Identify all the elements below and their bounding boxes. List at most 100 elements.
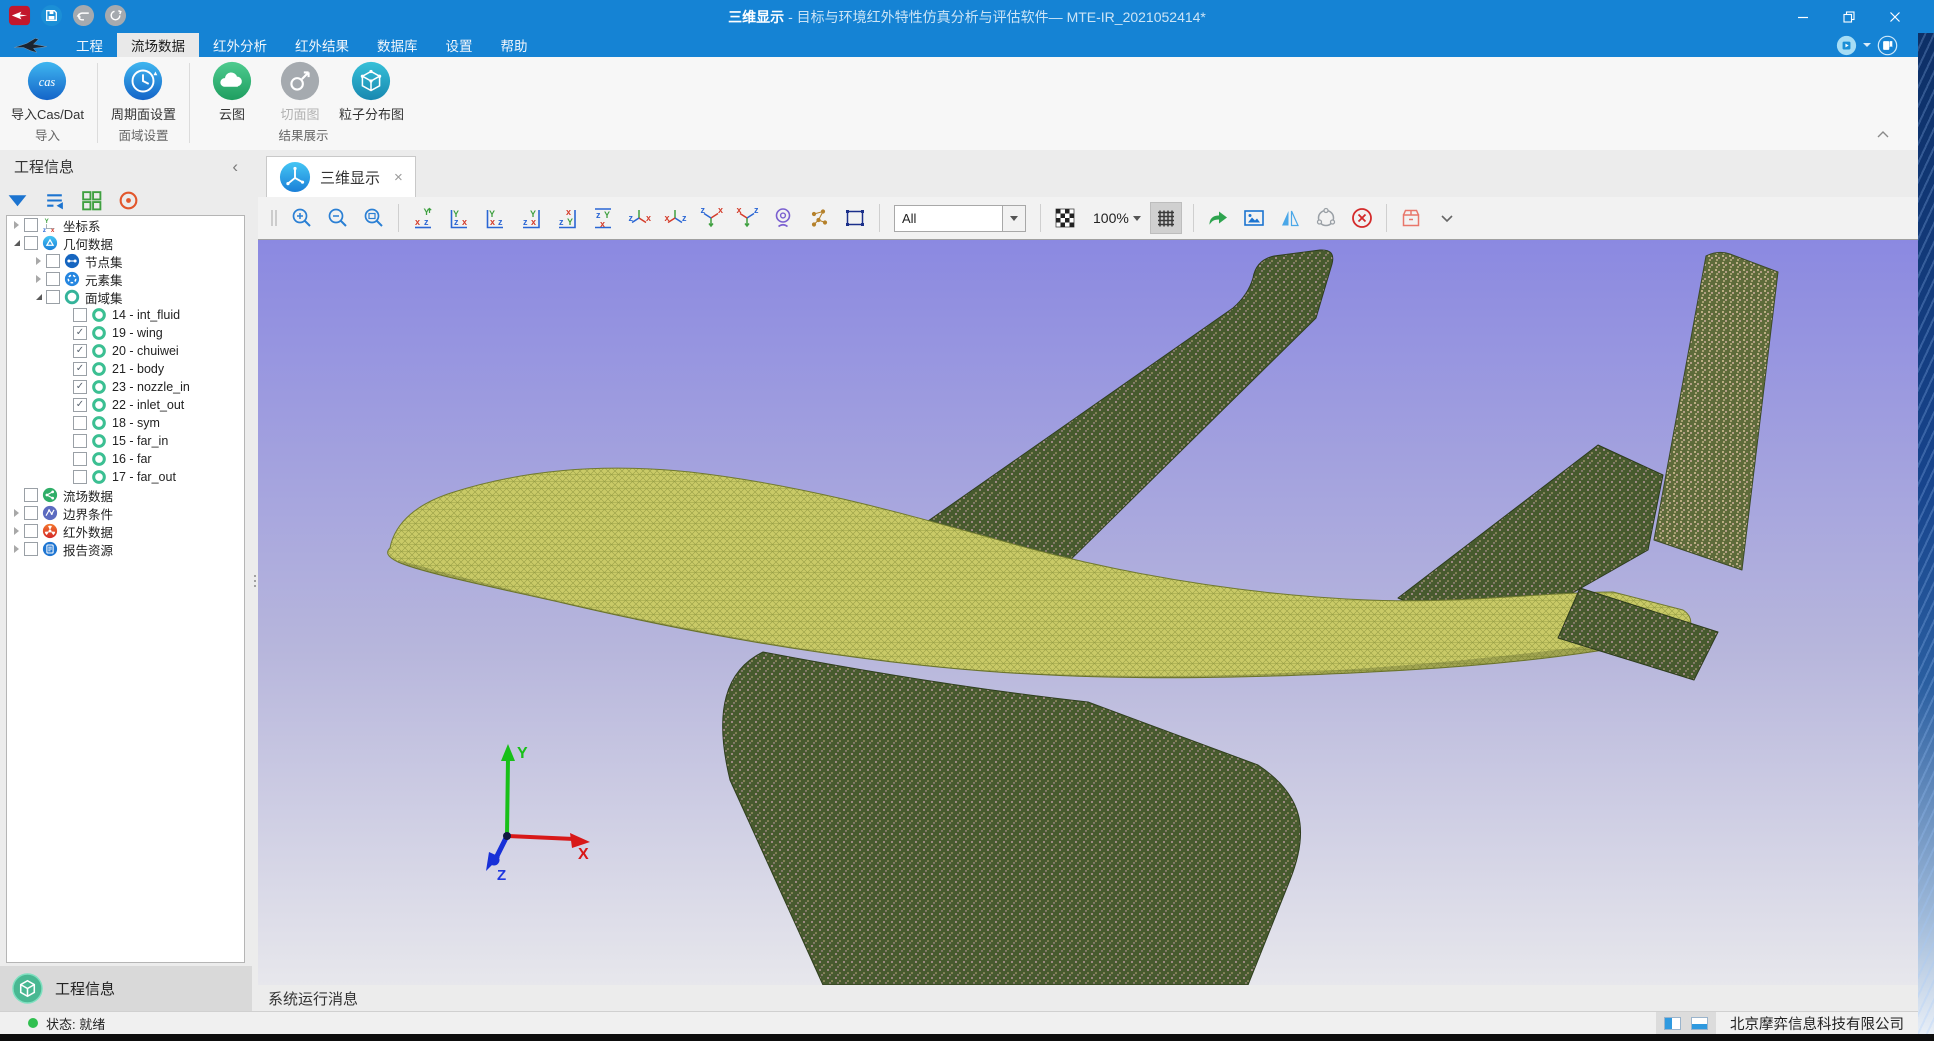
tree-item-报告资源[interactable]: 报告资源 — [7, 540, 244, 558]
export-view-icon[interactable] — [1205, 205, 1231, 231]
tree-item-面域集[interactable]: 面域集 — [7, 288, 244, 306]
mirror-icon[interactable] — [1277, 205, 1303, 231]
maximize-button[interactable] — [1826, 0, 1872, 33]
tree-checkbox[interactable]: ✓ — [73, 380, 87, 394]
tree-checkbox[interactable]: ✓ — [73, 344, 87, 358]
tree-item-节点集[interactable]: 节点集 — [7, 252, 244, 270]
tree-checkbox[interactable] — [46, 290, 60, 304]
menu-item-红外分析[interactable]: 红外分析 — [199, 33, 281, 57]
ribbon-button-粒子分布图[interactable]: 粒子分布图 — [334, 60, 409, 123]
particle-trace-icon[interactable] — [806, 205, 832, 231]
layout-bottom-icon[interactable] — [1691, 1017, 1708, 1030]
tree-expander-icon[interactable] — [33, 275, 44, 283]
iso-view-3-icon[interactable]: zx — [698, 205, 724, 231]
tab-三维显示[interactable]: 三维显示× — [266, 156, 416, 197]
filter-icon[interactable] — [6, 189, 29, 212]
tree-item-18-sym[interactable]: 18 - sym — [7, 414, 244, 432]
app-badge-icon[interactable] — [8, 4, 31, 27]
tree-item-20-chuiwei[interactable]: ✓20 - chuiwei — [7, 342, 244, 360]
tree-checkbox[interactable] — [73, 470, 87, 484]
tree-expander-icon[interactable] — [11, 527, 22, 535]
orbit-icon[interactable] — [1313, 205, 1339, 231]
ribbon-button-导入casdat[interactable]: cas导入Cas/Dat — [6, 60, 89, 123]
ribbon-button-周期面设置[interactable]: 周期面设置 — [106, 60, 181, 123]
caret-down-icon[interactable] — [1434, 205, 1460, 231]
menu-item-设置[interactable]: 设置 — [432, 33, 487, 57]
tree-item-21-body[interactable]: ✓21 - body — [7, 360, 244, 378]
tree-item-几何数据[interactable]: 几何数据 — [7, 234, 244, 252]
tree-expander-icon[interactable] — [11, 509, 22, 517]
view-left-icon[interactable]: Yxz — [482, 205, 508, 231]
locate-target-icon[interactable] — [117, 189, 140, 212]
tree-item-坐标系[interactable]: Yzx坐标系 — [7, 216, 244, 234]
style-icon[interactable] — [1836, 35, 1857, 56]
remove-icon[interactable] — [1349, 205, 1375, 231]
tree-expander-icon[interactable] — [11, 545, 22, 553]
tree-checkbox[interactable] — [24, 506, 38, 520]
panel-collapse-chevron-icon[interactable]: ‹ — [232, 158, 238, 175]
display-filter-dropdown[interactable]: All — [894, 205, 1026, 232]
minimize-button[interactable] — [1780, 0, 1826, 33]
tree-expander-icon[interactable] — [33, 257, 44, 265]
tab-close-icon[interactable]: × — [394, 169, 403, 186]
tree-item-红外数据[interactable]: 红外数据 — [7, 522, 244, 540]
tree-checkbox[interactable] — [24, 488, 38, 502]
view-right-icon[interactable]: Yzx — [518, 205, 544, 231]
layout-left-icon[interactable] — [1664, 1017, 1681, 1030]
checker-icon[interactable] — [1052, 205, 1078, 231]
tree-checkbox[interactable] — [73, 434, 87, 448]
tree-checkbox[interactable] — [73, 452, 87, 466]
viewport-3d[interactable]: Y X Z — [258, 239, 1918, 986]
ribbon-collapse-chevron-icon[interactable] — [1876, 126, 1890, 144]
menu-item-红外结果[interactable]: 红外结果 — [281, 33, 363, 57]
iso-view-4-icon[interactable]: xz — [734, 205, 760, 231]
filter-dropdown-arrow-icon[interactable] — [1002, 206, 1025, 231]
collapse-list-icon[interactable] — [43, 189, 66, 212]
close-button[interactable] — [1872, 0, 1918, 33]
tree-item-22-inlet_out[interactable]: ✓22 - inlet_out — [7, 396, 244, 414]
tree-checkbox[interactable] — [24, 542, 38, 556]
tree-checkbox[interactable] — [73, 416, 87, 430]
tree-item-边界条件[interactable]: 边界条件 — [7, 504, 244, 522]
view-front-icon[interactable]: xzY — [410, 205, 436, 231]
ribbon-button-云图[interactable]: 云图 — [198, 60, 266, 123]
save-icon[interactable] — [40, 4, 63, 27]
tree-checkbox[interactable]: ✓ — [73, 398, 87, 412]
menu-item-帮助[interactable]: 帮助 — [487, 33, 542, 57]
tree-checkbox[interactable]: ✓ — [73, 362, 87, 376]
menu-item-流场数据[interactable]: 流场数据 — [117, 33, 199, 57]
menubar-caret-icon[interactable] — [1863, 43, 1871, 47]
menu-item-工程[interactable]: 工程 — [62, 33, 117, 57]
tree-item-23-nozzle_in[interactable]: ✓23 - nozzle_in — [7, 378, 244, 396]
zoom-level-dropdown[interactable]: 100% — [1087, 210, 1141, 226]
tree-checkbox[interactable] — [46, 272, 60, 286]
package-icon[interactable] — [1398, 205, 1424, 231]
probe-icon[interactable] — [770, 205, 796, 231]
tree-expander-icon[interactable] — [11, 240, 22, 246]
group-grid-icon[interactable] — [80, 189, 103, 212]
tree-expander-icon[interactable] — [33, 294, 44, 300]
zoom-fit-icon[interactable] — [361, 205, 387, 231]
view-bottom-icon[interactable]: zYx — [590, 205, 616, 231]
tree-checkbox[interactable] — [24, 218, 38, 232]
tree-checkbox[interactable]: ✓ — [73, 326, 87, 340]
zoom-out-icon[interactable] — [325, 205, 351, 231]
tree-item-流场数据[interactable]: 流场数据 — [7, 486, 244, 504]
view-top-icon[interactable]: xzY — [554, 205, 580, 231]
tree-item-17-far_out[interactable]: 17 - far_out — [7, 468, 244, 486]
tree-checkbox[interactable] — [73, 308, 87, 322]
tree-checkbox[interactable] — [24, 524, 38, 538]
project-panel-footer[interactable]: 工程信息 — [0, 966, 252, 1011]
tree-item-14-int_fluid[interactable]: 14 - int_fluid — [7, 306, 244, 324]
help-book-icon[interactable] — [1877, 35, 1898, 56]
zoom-in-icon[interactable] — [289, 205, 315, 231]
tree-item-19-wing[interactable]: ✓19 - wing — [7, 324, 244, 342]
tree-expander-icon[interactable] — [11, 221, 22, 229]
select-box-icon[interactable] — [842, 205, 868, 231]
tree-item-15-far_in[interactable]: 15 - far_in — [7, 432, 244, 450]
view-back-icon[interactable]: Yzx — [446, 205, 472, 231]
tree-item-元素集[interactable]: 元素集 — [7, 270, 244, 288]
undo-icon[interactable] — [72, 4, 95, 27]
tree-item-16-far[interactable]: 16 - far — [7, 450, 244, 468]
iso-view-1-icon[interactable]: zx — [626, 205, 652, 231]
